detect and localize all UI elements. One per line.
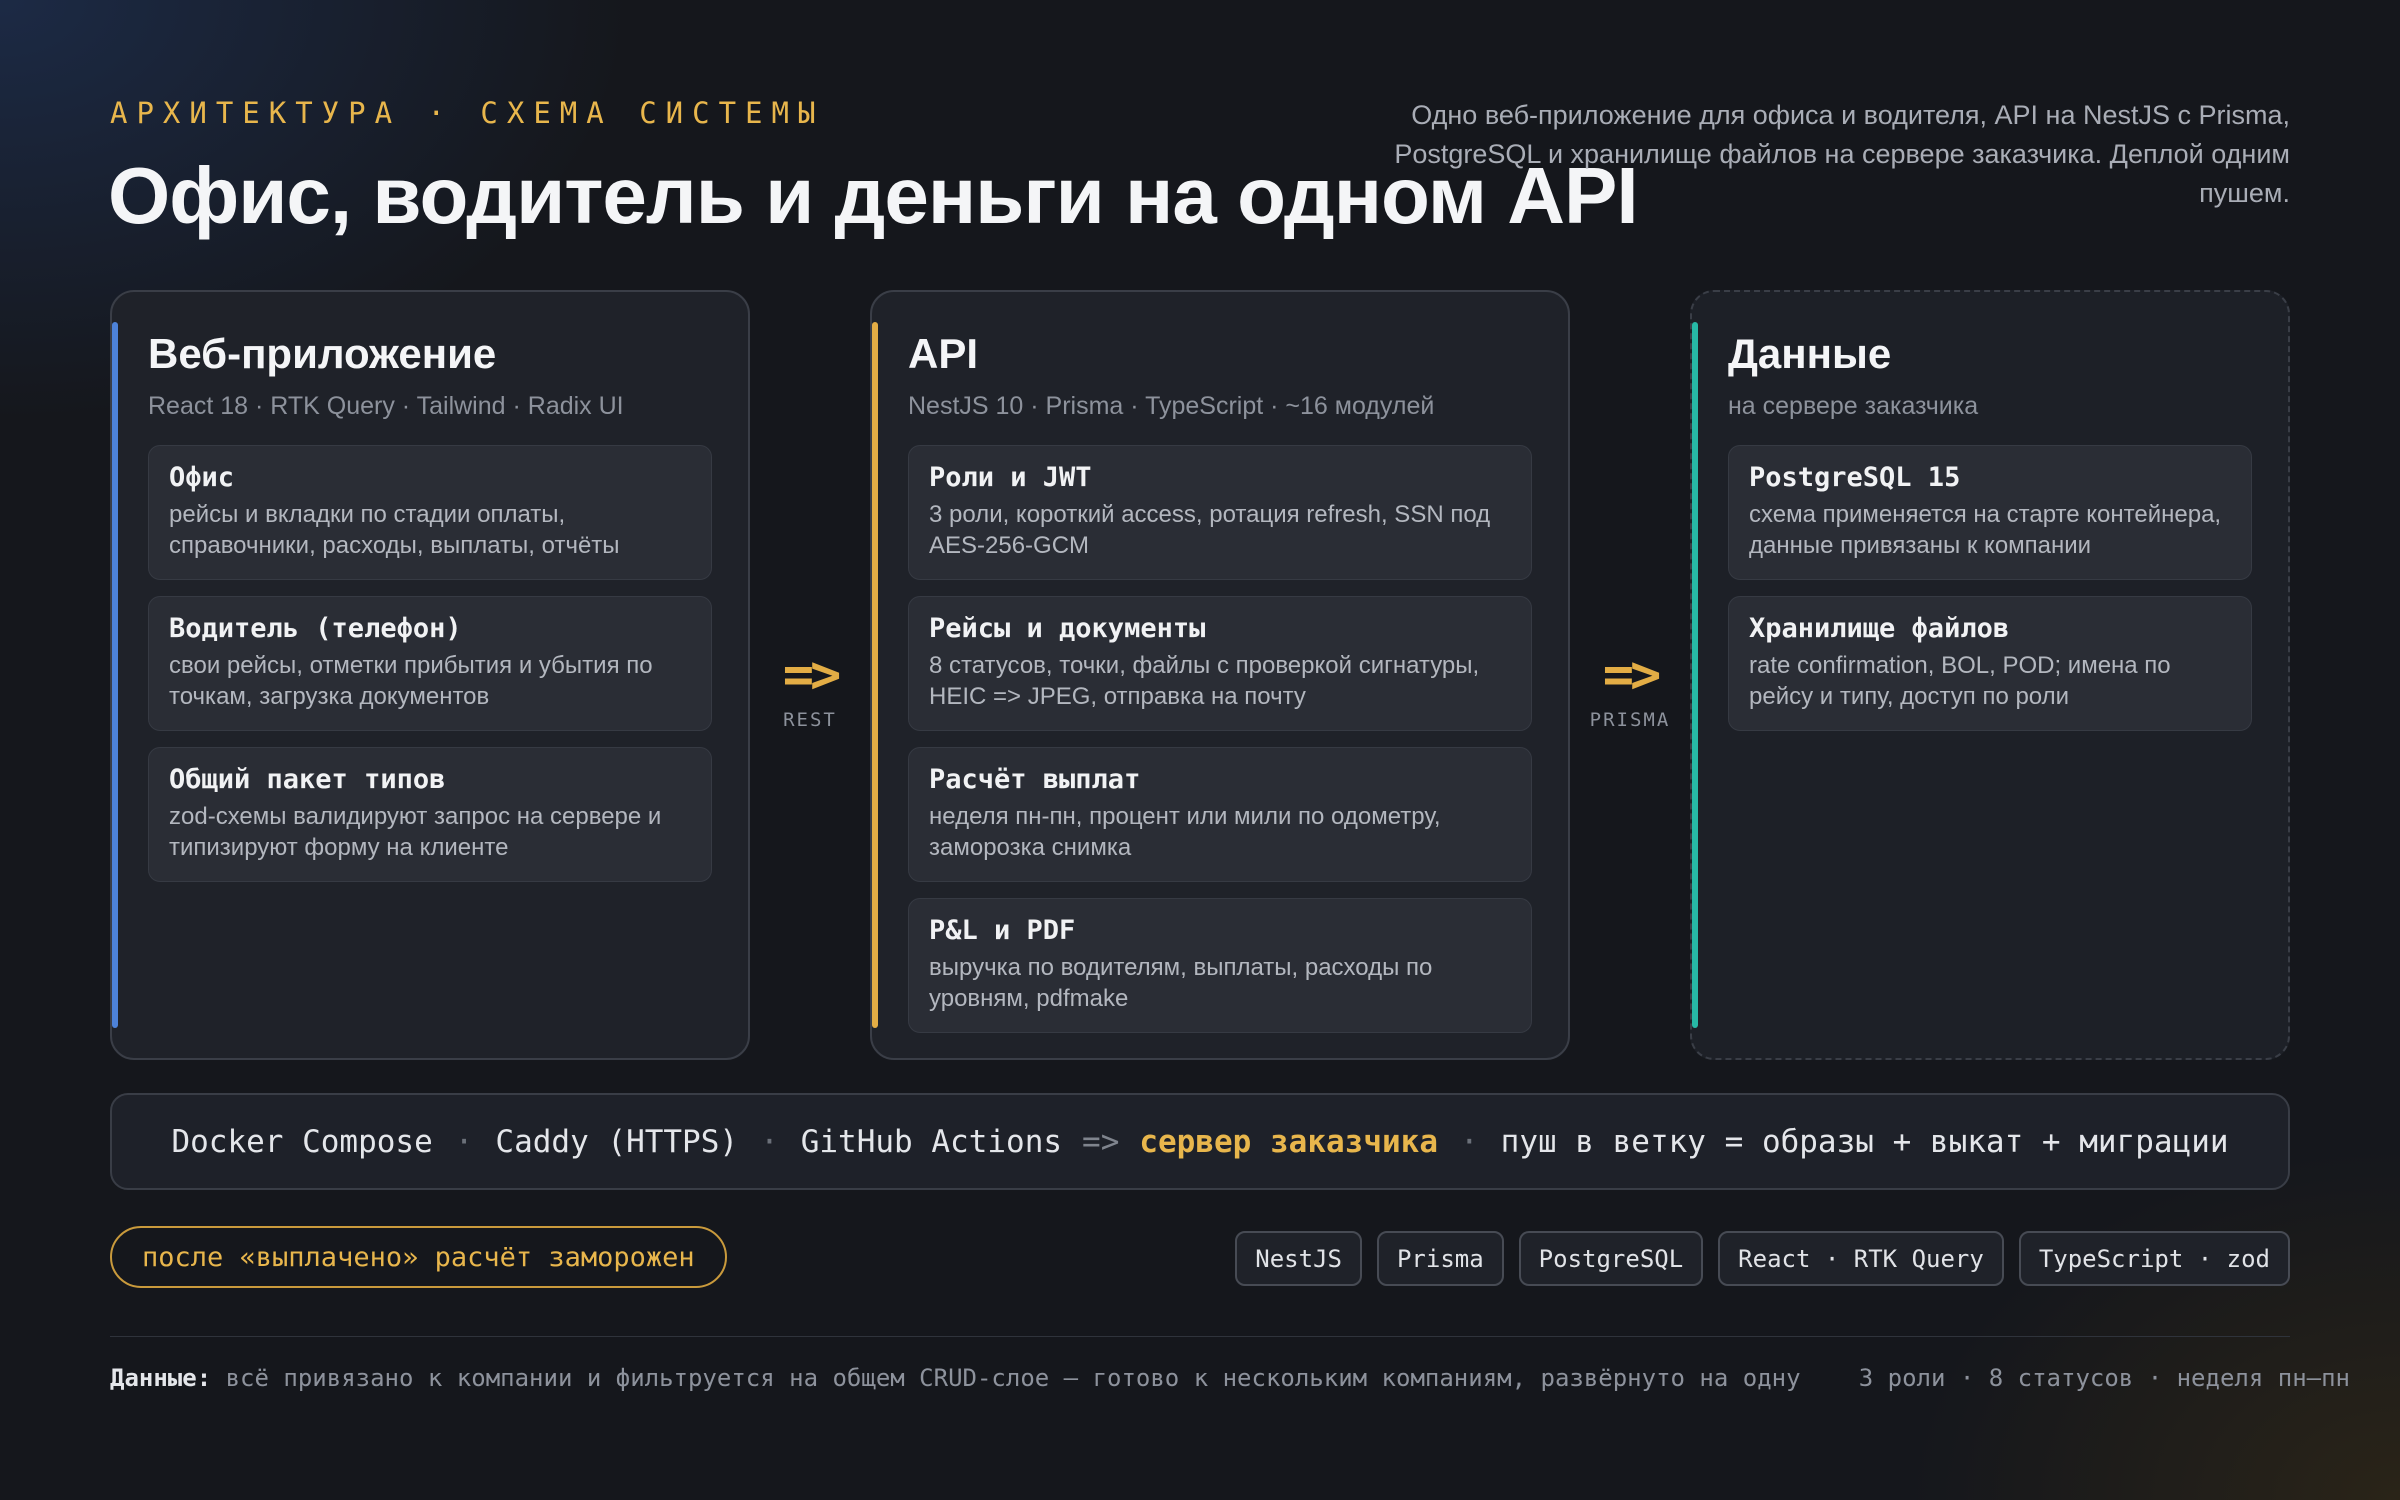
column-stack: на сервере заказчика [1728, 392, 1979, 420]
deploy-push: пуш в ветку = образы + выкат + миграции [1500, 1123, 2229, 1160]
card-office: Офис рейсы и вкладки по стадии оплаты, с… [148, 445, 712, 580]
card-title: Общий пакет типов [169, 764, 446, 795]
frozen-note-pill: после «выплачено» расчёт заморожен [110, 1226, 727, 1288]
card-desc: rate confirmation, BOL, POD; имена по ре… [1749, 652, 2171, 710]
card-title: Водитель (телефон) [169, 613, 462, 644]
card-file-storage: Хранилище файлов rate confirmation, BOL,… [1728, 596, 2252, 731]
column-data: Данные на сервере заказчика PostgreSQL 1… [1690, 290, 2290, 1060]
column-api: API NestJS 10 · Prisma · TypeScript · ~1… [870, 290, 1570, 1060]
tag-react-rtk: React · RTK Query [1718, 1231, 2004, 1286]
footer-text: всё привязано к компании и фильтруется н… [225, 1364, 1801, 1392]
separator-dot: · [1459, 1123, 1479, 1160]
card-title: Хранилище файлов [1749, 613, 2010, 644]
footer-divider [110, 1336, 2290, 1337]
footer-note: Данные: всё привязано к компании и фильт… [110, 1364, 1801, 1392]
card-desc: zod-схемы валидируют запрос на сервере и… [169, 803, 662, 861]
column-stack: React 18 · RTK Query · Tailwind · Radix … [148, 392, 624, 420]
card-postgresql: PostgreSQL 15 схема применяется на старт… [1728, 445, 2252, 580]
footer-label: Данные: [110, 1364, 212, 1392]
footer: Данные: всё привязано к компании и фильт… [110, 1364, 2350, 1392]
eyebrow: АРХИТЕКТУРА · СХЕМА СИСТЕМЫ [110, 96, 825, 130]
tech-tags: NestJS Prisma PostgreSQL React · RTK Que… [1235, 1231, 2290, 1286]
arrow-symbol: => [782, 645, 842, 705]
card-title: Роли и JWT [929, 462, 1092, 493]
column-title: API [908, 330, 979, 377]
card-desc: 8 статусов, точки, файлы с проверкой сиг… [929, 652, 1480, 710]
card-driver: Водитель (телефон) свои рейсы, отметки п… [148, 596, 712, 731]
column-web-app: Веб-приложение React 18 · RTK Query · Ta… [110, 290, 750, 1060]
deploy-bar: Docker Compose · Caddy (HTTPS) · GitHub … [110, 1093, 2290, 1190]
deploy-arrow: => [1082, 1123, 1120, 1160]
separator-dot: · [454, 1123, 474, 1160]
card-title: PostgreSQL 15 [1749, 462, 1961, 493]
card-roles-jwt: Роли и JWT 3 роли, короткий access, рота… [908, 445, 1532, 580]
card-desc: выручка по водителям, выплаты, расходы п… [929, 954, 1433, 1012]
card-pnl-pdf: P&L и PDF выручка по водителям, выплаты,… [908, 898, 1532, 1033]
card-title: Рейсы и документы [929, 613, 1206, 644]
separator-dot: · [760, 1123, 779, 1160]
deploy-server: сервер заказчика [1139, 1123, 1438, 1160]
tag-postgresql: PostgreSQL [1518, 1231, 1704, 1286]
card-title: Расчёт выплат [929, 764, 1141, 795]
card-payouts: Расчёт выплат неделя пн-пн, процент или … [908, 747, 1532, 882]
arrow-rest: => REST [760, 645, 860, 731]
deploy-caddy: Caddy (HTTPS) [495, 1123, 739, 1160]
tag-prisma: Prisma [1376, 1231, 1504, 1286]
column-stack: NestJS 10 · Prisma · TypeScript · ~16 мо… [908, 392, 1435, 420]
column-title: Данные [1728, 330, 1892, 377]
footer-stats: 3 роли · 8 статусов · неделя пн–пн [1858, 1364, 2350, 1392]
arrow-label: PRISMA [1589, 709, 1671, 731]
card-desc: схема применяется на старте контейнера, … [1749, 501, 2222, 559]
arrow-label: REST [783, 709, 837, 731]
tag-typescript-zod: TypeScript · zod [2018, 1231, 2290, 1286]
deploy-github: GitHub Actions [800, 1123, 1063, 1160]
card-desc: рейсы и вкладки по стадии оплаты, справо… [169, 501, 620, 559]
arrow-prisma: => PRISMA [1580, 645, 1680, 731]
card-shared-types: Общий пакет типов zod-схемы валидируют з… [148, 747, 712, 882]
card-desc: свои рейсы, отметки прибытия и убытия по… [169, 652, 653, 710]
column-title: Веб-приложение [148, 330, 497, 377]
card-trips-docs: Рейсы и документы 8 статусов, точки, фай… [908, 596, 1532, 731]
arrow-symbol: => [1602, 645, 1662, 705]
card-desc: 3 роли, короткий access, ротация refresh… [929, 501, 1491, 559]
page-subtitle: Одно веб-приложение для офиса и водителя… [1394, 100, 2290, 208]
card-title: Офис [169, 462, 235, 493]
card-desc: неделя пн-пн, процент или мили по одомет… [929, 803, 1441, 861]
deploy-docker: Docker Compose [171, 1123, 433, 1160]
tag-nestjs: NestJS [1235, 1231, 1362, 1286]
card-title: P&L и PDF [929, 915, 1076, 946]
